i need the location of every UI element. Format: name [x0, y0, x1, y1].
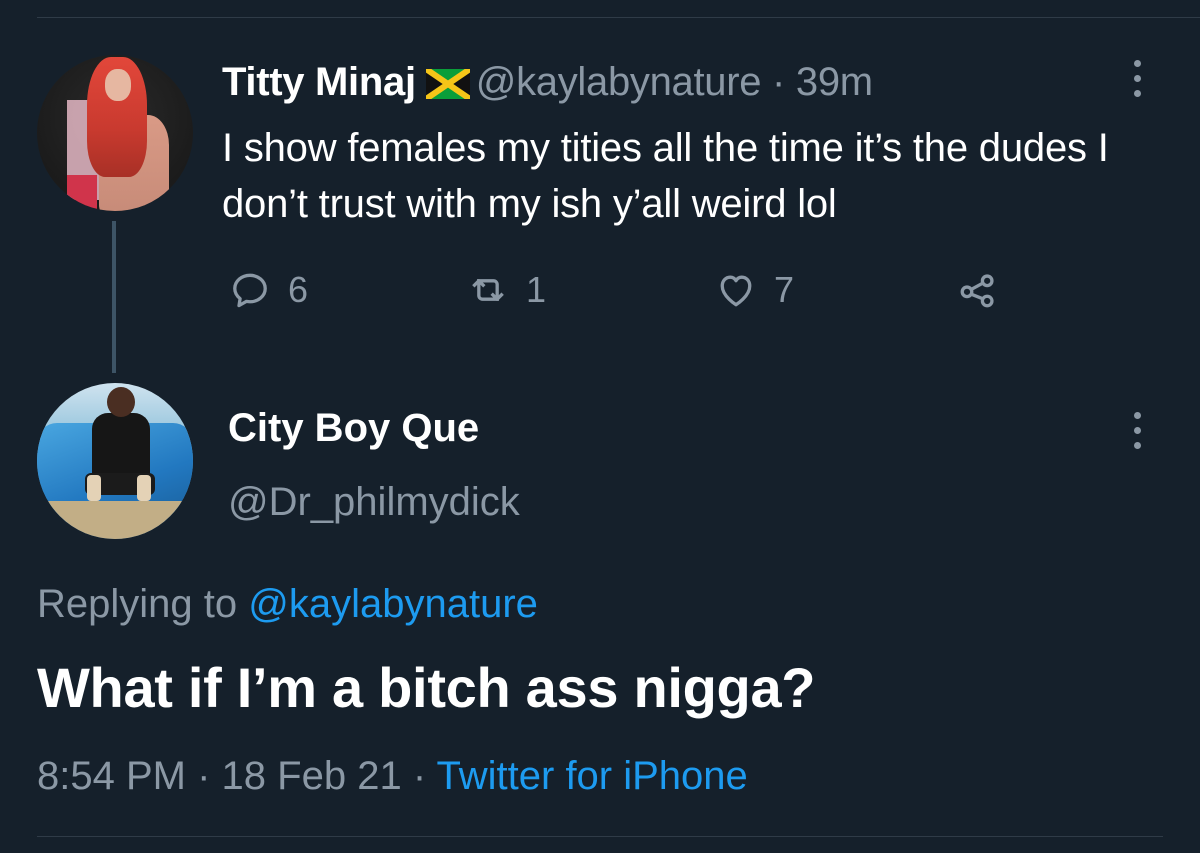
tweet-date[interactable]: 18 Feb 21 [222, 754, 402, 798]
user-handle[interactable]: @kaylabynature [476, 60, 762, 104]
top-divider [37, 17, 1200, 18]
separator: · [772, 60, 786, 104]
tweet-meta: 8:54 PM · 18 Feb 21 · Twitter for iPhone [37, 752, 748, 800]
replying-prefix: Replying to [37, 582, 238, 626]
tweet-parent-header: Titty Minaj @kaylabynature · 39m [222, 58, 873, 110]
reply-count: 6 [288, 269, 309, 310]
retweet-count: 1 [526, 269, 547, 310]
display-name[interactable]: City Boy Que [228, 404, 479, 452]
heart-icon [720, 275, 752, 307]
display-name[interactable]: Titty Minaj [222, 60, 416, 104]
share-icon [960, 274, 994, 308]
more-options-icon[interactable] [1131, 412, 1143, 458]
tweet-main-text: What if I’m a bitch ass nigga? [37, 656, 816, 719]
bottom-divider [37, 836, 1163, 837]
tweet-source-link[interactable]: Twitter for iPhone [437, 754, 748, 798]
thread-connector [112, 221, 116, 373]
replying-to-line: Replying to @kaylabynature [37, 580, 538, 628]
jamaica-flag-icon [424, 62, 472, 110]
like-count: 7 [774, 269, 795, 310]
tweet-timestamp[interactable]: 8:54 PM [37, 754, 186, 798]
retweet-button[interactable]: 1 [466, 268, 546, 312]
separator: · [412, 754, 427, 798]
reply-icon [233, 273, 267, 308]
avatar-city-boy-que[interactable] [37, 383, 193, 539]
share-button[interactable] [956, 268, 1000, 312]
retweet-icon [472, 279, 504, 301]
more-options-icon[interactable] [1131, 60, 1143, 106]
like-button[interactable]: 7 [714, 268, 794, 312]
replying-mention-link[interactable]: @kaylabynature [248, 582, 538, 626]
user-handle[interactable]: @Dr_philmydick [228, 478, 520, 526]
tweet-parent-text: I show females my tities all the time it… [222, 126, 1109, 226]
separator: · [197, 754, 211, 798]
reply-button[interactable]: 6 [228, 268, 308, 312]
tweet-time[interactable]: 39m [796, 60, 873, 104]
avatar-titty-minaj[interactable] [37, 55, 193, 211]
